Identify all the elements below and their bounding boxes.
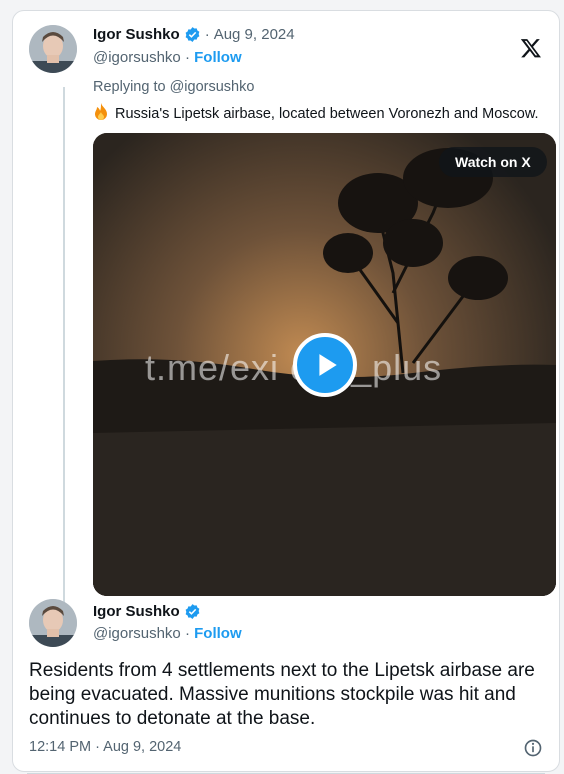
info-icon[interactable] [523, 738, 543, 758]
author-row: Igor Sushko · Aug 9, 2024 [93, 26, 295, 43]
tweet-date[interactable]: Aug 9, 2024 [214, 26, 295, 43]
author-handle[interactable]: @igorsushko [93, 625, 181, 642]
video-player[interactable]: t.me/exi ova_plus Watch on X [93, 133, 556, 596]
follow-button[interactable]: Follow [194, 625, 242, 642]
author-handle[interactable]: @igorsushko [93, 49, 181, 66]
date-separator: · [204, 26, 210, 43]
verified-badge-icon [184, 26, 201, 43]
thread-connector-line [63, 87, 65, 607]
handle-row: @igorsushko · Follow [93, 625, 242, 642]
handle-separator: · [184, 625, 190, 642]
replying-to-label: Replying to @igorsushko [93, 79, 255, 95]
author-name[interactable]: Igor Sushko [93, 603, 180, 620]
author-name[interactable]: Igor Sushko [93, 26, 180, 43]
tweet-text: Residents from 4 settlements next to the… [29, 660, 535, 729]
x-logo-icon[interactable] [520, 37, 542, 59]
tweet-text-content: Russia's Lipetsk airbase, located betwee… [115, 106, 539, 122]
fire-emoji-icon [93, 103, 109, 125]
tweet-text: Russia's Lipetsk airbase, located betwee… [93, 103, 539, 125]
verified-badge-icon [184, 603, 201, 620]
play-button[interactable] [293, 333, 357, 397]
handle-separator: · [184, 49, 190, 66]
author-row: Igor Sushko [93, 603, 201, 620]
handle-row: @igorsushko · Follow [93, 49, 242, 66]
avatar[interactable] [29, 599, 77, 647]
avatar[interactable] [29, 25, 77, 73]
follow-button[interactable]: Follow [194, 49, 242, 66]
watch-on-x-button[interactable]: Watch on X [439, 147, 547, 177]
tweet-embed-card: Igor Sushko · Aug 9, 2024 @igorsushko · … [12, 10, 560, 774]
tweet-timestamp[interactable]: 12:14 PM · Aug 9, 2024 [29, 739, 181, 755]
play-icon [319, 354, 337, 376]
